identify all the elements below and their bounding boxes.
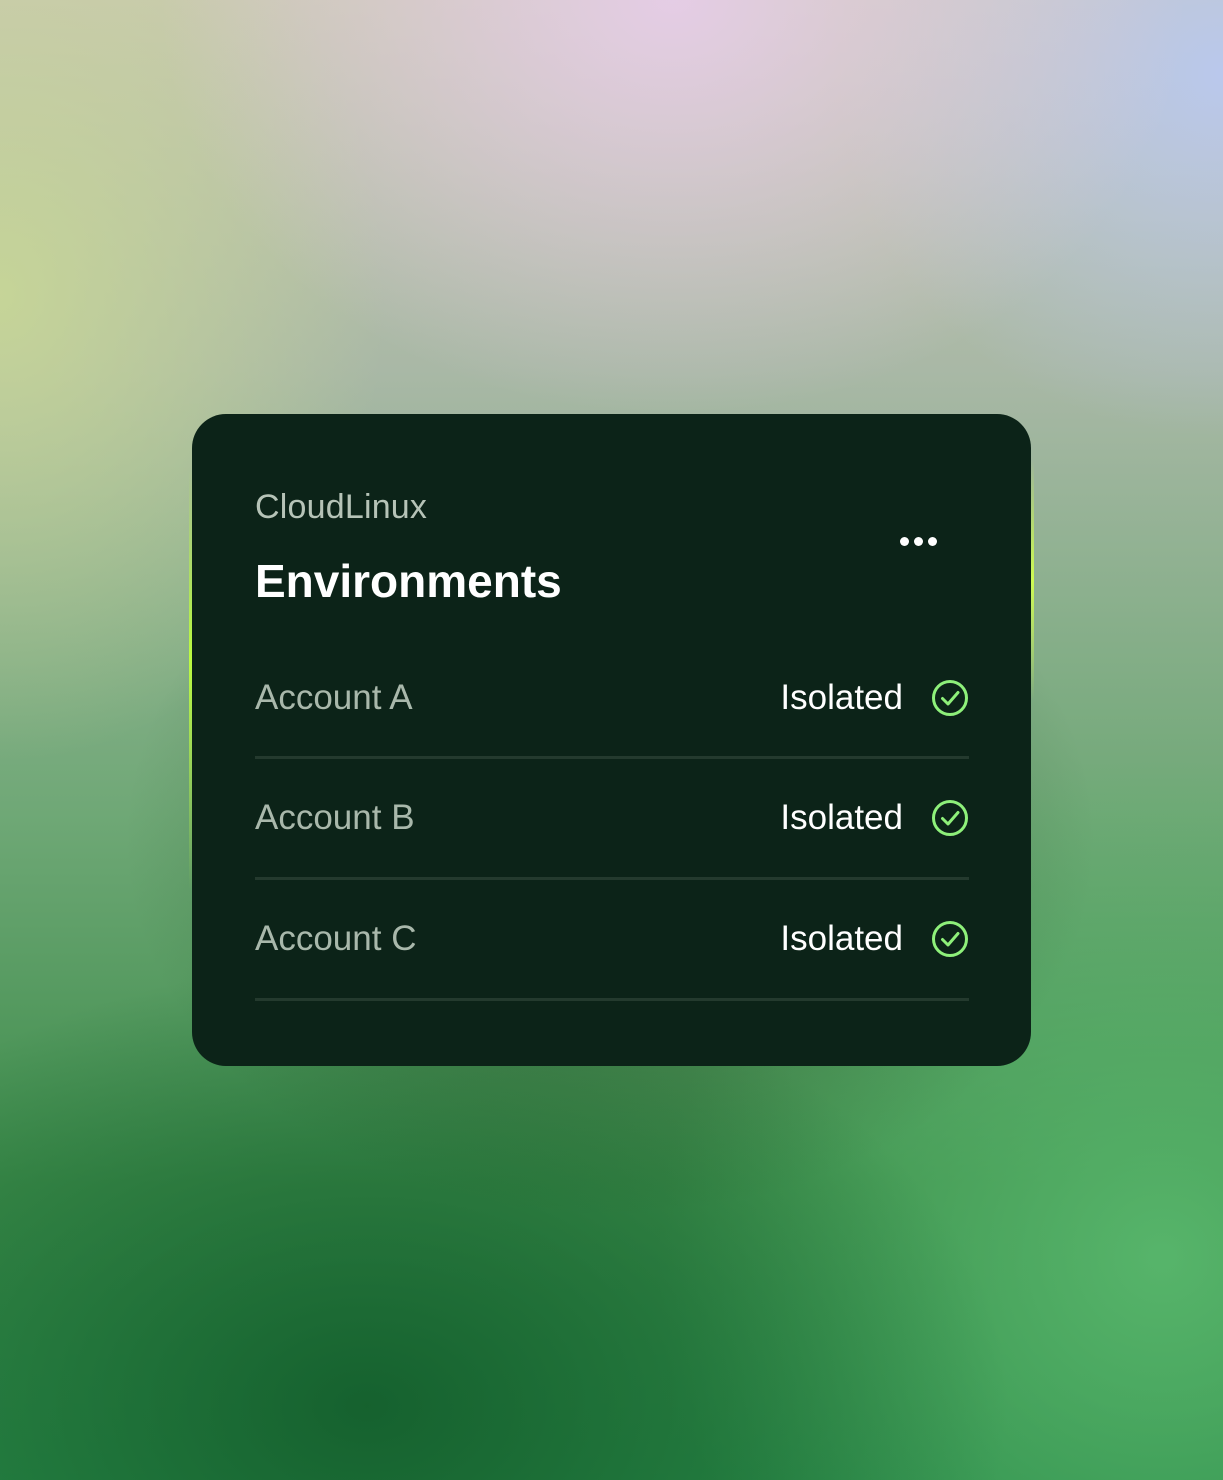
card-title: Environments bbox=[255, 555, 562, 607]
more-horizontal-icon bbox=[913, 536, 923, 546]
account-name: Account C bbox=[255, 919, 417, 958]
list-item: Account A Isolated bbox=[255, 640, 969, 759]
status-label: Isolated bbox=[780, 678, 903, 717]
check-circle-icon bbox=[932, 800, 968, 836]
status-label: Isolated bbox=[780, 798, 903, 837]
more-horizontal-icon bbox=[927, 536, 937, 546]
more-horizontal-icon bbox=[899, 536, 909, 546]
environment-list: Account A Isolated Account B Isolated Ac… bbox=[255, 640, 969, 1001]
check-circle-icon bbox=[932, 921, 968, 957]
environments-card: CloudLinux Environments Account A Isolat… bbox=[192, 414, 1031, 1066]
brand-label: CloudLinux bbox=[255, 488, 428, 526]
list-item: Account B Isolated bbox=[255, 759, 969, 880]
status-label: Isolated bbox=[780, 919, 903, 958]
list-item: Account C Isolated bbox=[255, 880, 969, 1001]
account-name: Account A bbox=[255, 678, 413, 717]
account-name: Account B bbox=[255, 798, 415, 837]
more-options-button[interactable] bbox=[895, 526, 941, 556]
check-circle-icon bbox=[932, 680, 968, 716]
